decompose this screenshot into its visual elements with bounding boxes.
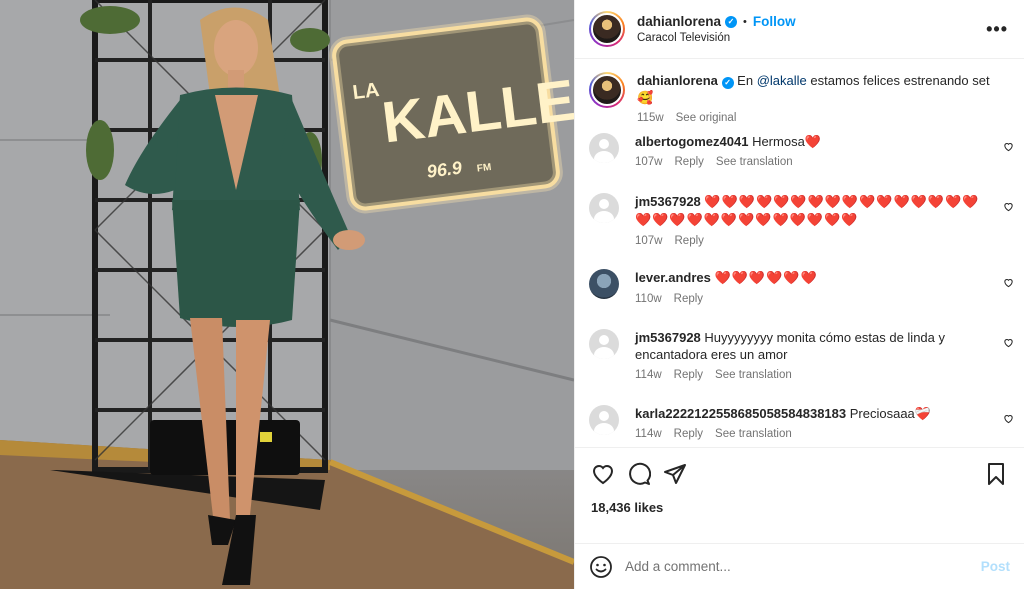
caption: dahianlorena ✓ En @lakalle estamos felic… [589,72,1024,124]
caption-text-before: En [737,73,754,88]
verified-badge-icon: ✓ [721,77,734,89]
comments-list[interactable]: dahianlorena ✓ En @lakalle estamos felic… [575,60,1024,447]
caption-username[interactable]: dahianlorena [637,73,718,88]
reply-button[interactable]: Reply [675,156,704,168]
author-subtitle[interactable]: Caracol Televisión [637,32,986,44]
post-actions: 18,436 likes [575,447,1024,543]
comment-time[interactable]: 110w [635,293,662,305]
comment-time[interactable]: 114w [635,369,662,381]
comment-bubble-icon[interactable] [627,462,651,486]
post-header: dahianlorena ✓ • Follow Caracol Televisi… [575,0,1024,59]
comment-item: jm5367928 ❤️❤️❤️❤️❤️❤️❤️❤️❤️❤️❤️❤️❤️❤️❤️… [589,193,1024,247]
comment-username[interactable]: jm5367928 [635,330,701,345]
see-translation-button[interactable]: See translation [716,156,793,168]
like-comment-heart-icon[interactable] [1003,201,1014,212]
comment-text: Preciosaaa❤️‍🩹 [849,406,931,421]
share-send-icon[interactable] [663,462,687,486]
reply-button[interactable]: Reply [674,369,703,381]
comment-username[interactable]: albertogomez4041 [635,134,748,149]
post-dialog: LA KALLE 96.9 FM dahianlorena ✓ • Follow… [0,0,1024,589]
comment-username[interactable]: jm5367928 [635,194,701,209]
author-avatar[interactable] [589,11,625,47]
commenter-avatar[interactable] [589,133,619,163]
comment-time[interactable]: 114w [635,428,662,440]
commenter-avatar[interactable] [589,193,619,223]
caption-time[interactable]: 115w [637,112,664,124]
comment-item: jm5367928 Huyyyyyyyy monita cómo estas d… [589,329,1024,381]
sign-freq: 96.9 [426,158,463,182]
caption-avatar[interactable] [589,72,625,108]
like-comment-heart-icon[interactable] [1003,141,1014,152]
reply-button[interactable]: Reply [674,428,703,440]
reply-button[interactable]: Reply [674,293,703,305]
like-comment-heart-icon[interactable] [1003,413,1014,424]
post-photo[interactable]: LA KALLE 96.9 FM [0,0,574,589]
comment-text: ❤️❤️❤️❤️❤️❤️ [714,271,818,286]
comment-item: albertogomez4041 Hermosa❤️ 107w Reply Se… [589,133,1024,168]
bookmark-icon[interactable] [984,462,1008,486]
photo-illustration: LA KALLE 96.9 FM [0,0,574,589]
caption-mention-link[interactable]: @lakalle [757,73,807,88]
comment-text: Hermosa❤️ [752,134,821,149]
post-comment-button[interactable]: Post [981,559,1010,574]
likes-count[interactable]: 18,436 likes [591,500,663,515]
emoji-icon[interactable] [589,555,613,579]
commenter-avatar[interactable] [589,329,619,359]
comment-username[interactable]: lever.andres [635,270,711,285]
commenter-avatar[interactable] [589,269,619,299]
comment-item: lever.andres ❤️❤️❤️❤️❤️❤️ 110w Reply [589,269,1024,305]
see-translation-button[interactable]: See translation [715,428,792,440]
like-comment-heart-icon[interactable] [1003,337,1014,348]
author-username[interactable]: dahianlorena [637,14,721,29]
comment-time[interactable]: 107w [635,235,663,247]
reply-button[interactable]: Reply [675,235,704,247]
see-original-button[interactable]: See original [676,112,737,124]
sign-fm: FM [476,162,492,175]
post-details-panel: dahianlorena ✓ • Follow Caracol Televisi… [574,0,1024,589]
like-heart-icon[interactable] [591,462,615,486]
comment-item: karla2222122558685058584838183 Preciosaa… [589,405,1024,440]
see-translation-button[interactable]: See translation [715,369,792,381]
like-comment-heart-icon[interactable] [1003,277,1014,288]
comment-time[interactable]: 107w [635,156,663,168]
add-comment-bar: Post [575,543,1024,589]
comment-username[interactable]: karla2222122558685058584838183 [635,406,846,421]
commenter-avatar[interactable] [589,405,619,435]
separator-dot: • [743,15,747,28]
verified-badge-icon: ✓ [725,15,738,28]
more-options-icon[interactable]: ••• [986,19,1008,40]
sign-prefix: LA [351,79,380,104]
add-comment-input[interactable] [625,559,981,574]
follow-button[interactable]: Follow [753,14,796,29]
